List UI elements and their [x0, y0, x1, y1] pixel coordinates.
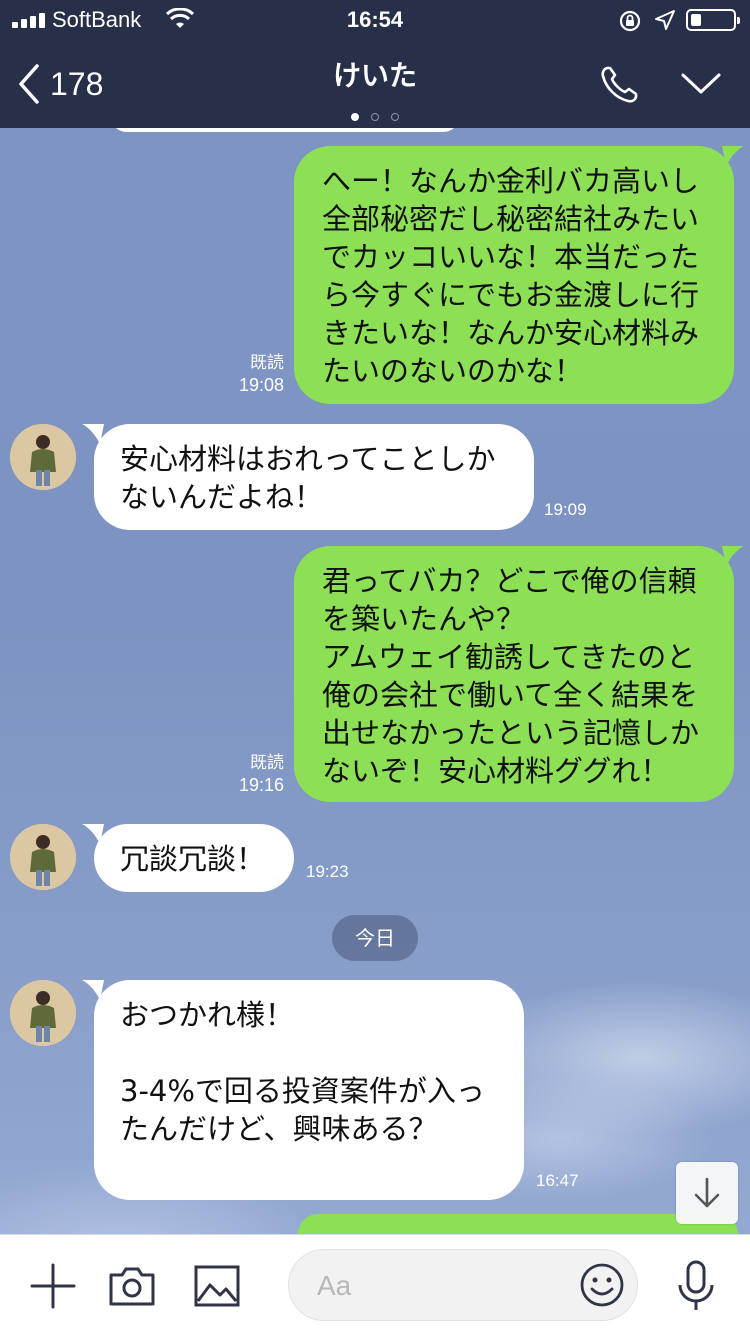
partial-message-bubble [298, 1214, 738, 1234]
chat-header: 178 けいた [0, 40, 750, 128]
read-receipt: 既読 [250, 353, 284, 372]
message-meta: 既読 19:16 [210, 752, 284, 796]
message-time: 19:23 [306, 862, 349, 881]
bubble-tail [722, 546, 744, 566]
avatar[interactable] [10, 424, 76, 490]
message-input-field[interactable] [288, 1249, 638, 1321]
avatar[interactable] [10, 980, 76, 1046]
message-bubble-received[interactable]: 冗談冗談！ [94, 824, 294, 892]
camera-icon[interactable] [108, 1265, 156, 1307]
message-bubble-sent[interactable]: 君ってバカ？どこで俺の信頼 を築いたんや？ アムウェイ勧誘してきたのと 俺の会社… [294, 546, 734, 802]
bubble-tail [82, 424, 104, 444]
message-meta: 既読 19:08 [210, 352, 284, 396]
message-bubble-received[interactable]: 安心材料はおれってことしか ないんだよね！ [94, 424, 534, 530]
message-time: 19:08 [238, 375, 284, 395]
partial-message-bubble [110, 128, 460, 132]
microphone-icon[interactable] [676, 1259, 716, 1313]
message-bubble-sent[interactable]: へー！なんか金利バカ高いし 全部秘密だし秘密結社みたい でカッコいいな！本当だっ… [294, 146, 734, 404]
input-bar [0, 1234, 750, 1334]
message-input[interactable] [317, 1268, 567, 1304]
image-icon[interactable] [194, 1265, 240, 1307]
scroll-to-bottom-button[interactable] [676, 1162, 738, 1224]
plus-icon[interactable] [30, 1263, 76, 1309]
page-dot [391, 113, 399, 121]
message-time: 16:47 [536, 1171, 579, 1190]
bubble-tail [722, 146, 744, 166]
bubble-tail [82, 824, 104, 844]
message-time: 19:16 [238, 775, 284, 795]
emoji-icon[interactable] [579, 1262, 625, 1308]
chevron-down-icon[interactable] [680, 70, 722, 98]
avatar-image [10, 824, 76, 890]
avatar-image [10, 980, 76, 1046]
read-receipt: 既読 [250, 753, 284, 772]
arrow-down-icon [694, 1177, 720, 1208]
date-separator: 今日 [332, 915, 418, 961]
battery-icon [686, 9, 740, 31]
avatar[interactable] [10, 824, 76, 890]
location-arrow-icon [655, 10, 675, 30]
message-time: 19:09 [544, 500, 587, 519]
page-dot [371, 113, 379, 121]
page-dot [351, 113, 359, 121]
phone-icon[interactable] [598, 64, 640, 106]
bubble-tail [82, 980, 104, 1000]
page-indicator [0, 106, 750, 125]
status-bar: SoftBank 16:54 [0, 0, 750, 40]
rotation-lock-icon [619, 10, 641, 32]
message-bubble-received[interactable]: おつかれ様！ 3-4%で回る投資案件が入っ たんだけど、興味ある？ [94, 980, 524, 1200]
avatar-image [10, 424, 76, 490]
